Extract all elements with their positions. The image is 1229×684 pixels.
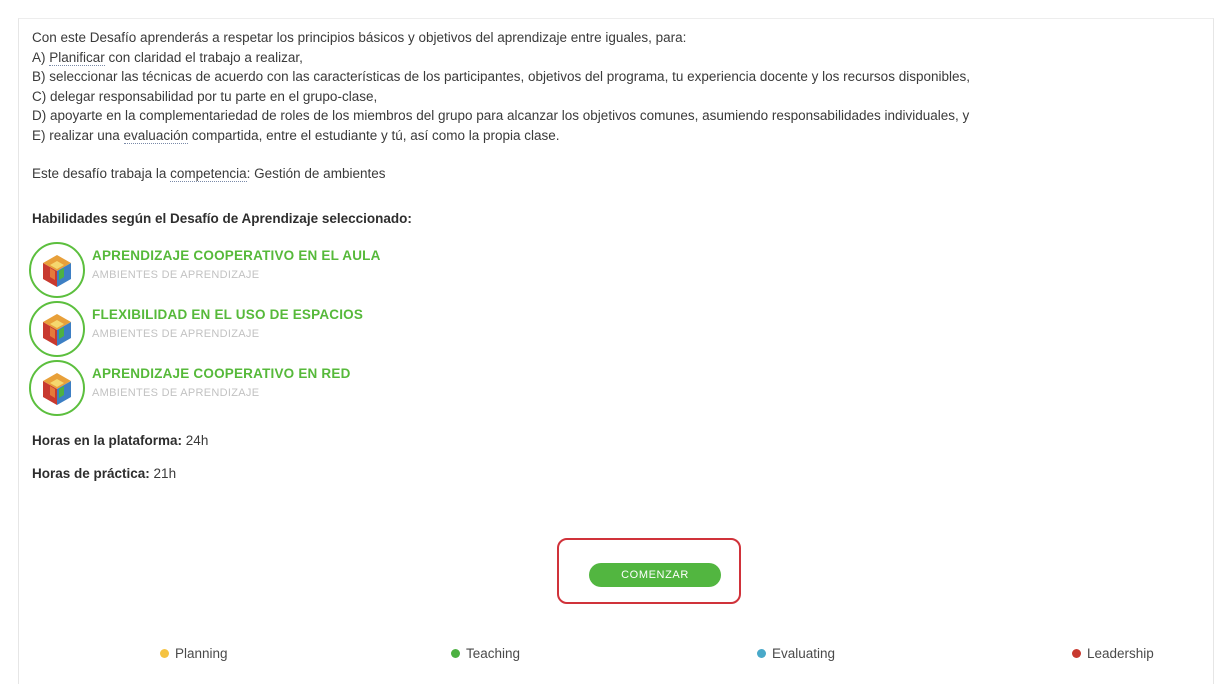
description-intro: Con este Desafío aprenderás a respetar l… xyxy=(32,30,687,45)
skill-name[interactable]: APRENDIZAJE COOPERATIVO EN EL AULA xyxy=(92,248,381,263)
leadership-dot-icon xyxy=(1072,649,1081,658)
glossary-term-competencia[interactable]: competencia xyxy=(170,166,247,182)
legend-item-evaluating: Evaluating xyxy=(757,646,835,661)
challenge-content: Con este Desafío aprenderás a respetar l… xyxy=(29,28,1202,483)
skill-category: AMBIENTES DE APRENDIZAJE xyxy=(92,269,260,281)
legend-item-planning: Planning xyxy=(160,646,228,661)
legend-label: Planning xyxy=(175,646,228,661)
skill-item[interactable]: APRENDIZAJE COOPERATIVO EN RED AMBIENTES… xyxy=(29,360,1202,419)
item-e-text: compartida, entre el estudiante y tú, as… xyxy=(188,127,560,143)
legend-label: Evaluating xyxy=(772,646,836,661)
hours-practice: Horas de práctica: 21h xyxy=(32,464,1202,483)
skill-category: AMBIENTES DE APRENDIZAJE xyxy=(92,328,260,340)
description-item-e: E) realizar una evaluación compartida, e… xyxy=(32,126,1202,146)
skills-title: Habilidades según el Desafío de Aprendiz… xyxy=(32,211,412,226)
teaching-dot-icon xyxy=(451,649,460,658)
start-button[interactable]: COMENZAR xyxy=(589,563,721,587)
competence-prefix: Este desafío trabaja la xyxy=(32,166,171,181)
item-a-text: con claridad el trabajo a realizar, xyxy=(104,49,303,65)
hours-practice-label: Horas de práctica: xyxy=(32,466,150,481)
challenge-description: Con este Desafío aprenderás a respetar l… xyxy=(32,28,1202,145)
competence-line: Este desafío trabaja la competencia: Ges… xyxy=(32,164,1202,183)
description-item-b: B) seleccionar las técnicas de acuerdo c… xyxy=(32,69,970,84)
cube-icon xyxy=(29,301,85,357)
legend-item-teaching: Teaching xyxy=(451,646,520,661)
hours-platform-label: Horas en la plataforma: xyxy=(32,433,183,448)
hours-practice-value: 21h xyxy=(149,466,177,481)
hours-platform: Horas en la plataforma: 24h xyxy=(32,431,1202,450)
legend-label: Teaching xyxy=(466,646,521,661)
start-button-highlight: COMENZAR xyxy=(557,538,741,604)
planning-dot-icon xyxy=(160,649,169,658)
legend-label: Leadership xyxy=(1087,646,1154,661)
glossary-term-planificar[interactable]: Planificar xyxy=(49,49,105,66)
skill-item[interactable]: APRENDIZAJE COOPERATIVO EN EL AULA AMBIE… xyxy=(29,242,1202,301)
evaluating-dot-icon xyxy=(757,649,766,658)
skills-list: APRENDIZAJE COOPERATIVO EN EL AULA AMBIE… xyxy=(29,242,1202,419)
legend: Planning Teaching Evaluating Leadership xyxy=(0,646,1229,666)
skill-name[interactable]: APRENDIZAJE COOPERATIVO EN RED xyxy=(92,366,351,381)
glossary-term-evaluacion[interactable]: evaluación xyxy=(123,127,189,144)
legend-item-leadership: Leadership xyxy=(1072,646,1154,661)
hours-platform-value: 24h xyxy=(182,433,209,448)
cube-icon xyxy=(29,242,85,298)
item-e-prefix: E) realizar una xyxy=(32,127,124,143)
description-item-c: C) delegar responsabilidad por tu parte … xyxy=(32,88,378,104)
description-item-a: A) Planificar con claridad el trabajo a … xyxy=(32,48,1202,68)
skill-category: AMBIENTES DE APRENDIZAJE xyxy=(92,387,260,399)
skill-name[interactable]: FLEXIBILIDAD EN EL USO DE ESPACIOS xyxy=(92,307,363,322)
description-item-d: D) apoyarte en la complementariedad de r… xyxy=(32,108,970,123)
skill-item[interactable]: FLEXIBILIDAD EN EL USO DE ESPACIOS AMBIE… xyxy=(29,301,1202,360)
cube-icon xyxy=(29,360,85,416)
competence-value: : Gestión de ambientes xyxy=(246,166,386,181)
item-a-prefix: A) xyxy=(32,49,50,65)
